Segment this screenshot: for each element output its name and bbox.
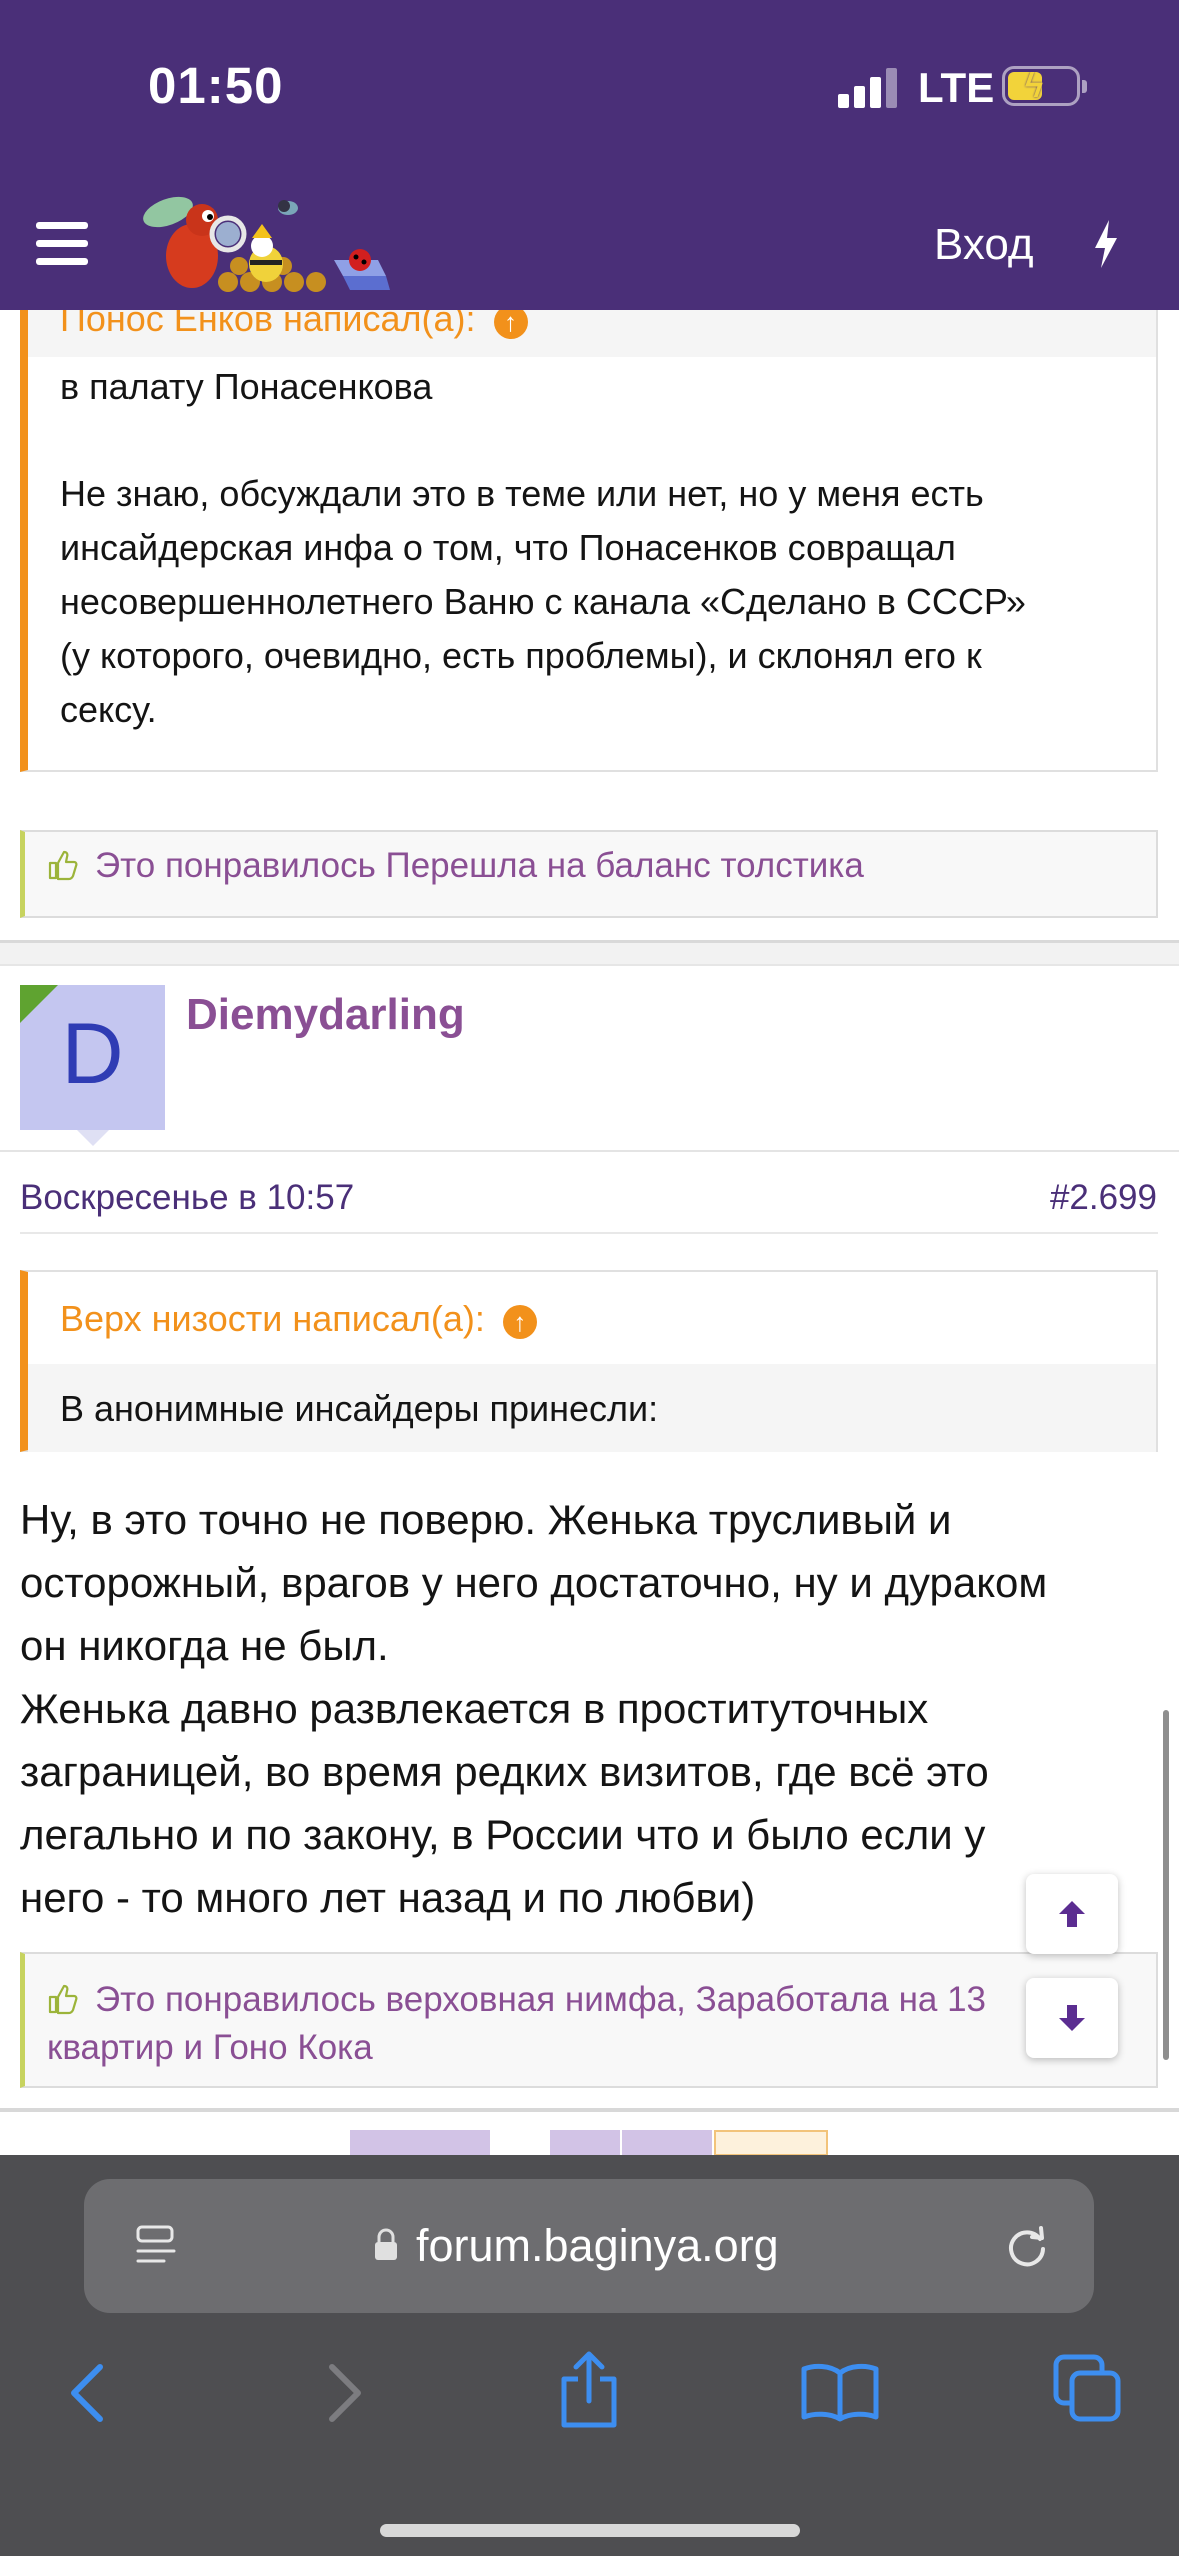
thumbs-up-icon [48, 1984, 78, 2015]
url-text[interactable]: forum.baginya.org [416, 2179, 779, 2313]
quote-author-text: Верх низости написал(а): [60, 1298, 485, 1339]
quote-text: В анонимные инсайдеры принесли: [60, 1388, 659, 1429]
page-tile[interactable] [622, 2130, 712, 2156]
app-header: 01:50 LTE ϟ Вход [0, 0, 1179, 310]
reload-icon[interactable] [1002, 2221, 1052, 2271]
page-tile-current[interactable] [714, 2130, 828, 2156]
message-line: осторожный, врагов у него достаточно, ну… [20, 1559, 1048, 1606]
quote-header: Верх низости написал(а): ↑ [28, 1272, 1156, 1364]
username[interactable]: Diemydarling [186, 990, 465, 1040]
share-icon[interactable] [556, 2349, 622, 2431]
avatar[interactable]: D [20, 985, 165, 1130]
quote-text-line: Не знаю, обсуждали это в теме или нет, н… [60, 473, 984, 514]
likes-text[interactable]: Это понравилось Перешла на баланс толсти… [95, 846, 864, 885]
address-bar[interactable]: forum.baginya.org [84, 2179, 1094, 2313]
status-time: 01:50 [148, 57, 284, 114]
likes-text-continued[interactable]: квартир и Гоно Кока [47, 2024, 1136, 2072]
arrow-up-circle-icon[interactable]: ↑ [502, 1305, 537, 1339]
post-divider [0, 940, 1179, 966]
message-line: Женька давно развлекается в проституточн… [20, 1685, 929, 1732]
likes-summary: Это понравилось Перешла на баланс толсти… [20, 830, 1158, 918]
home-indicator[interactable] [380, 2524, 800, 2537]
message-line: легально и по закону, в России что и был… [20, 1811, 986, 1858]
arrow-down-icon [1059, 2005, 1085, 2031]
arrow-up-icon [1059, 1901, 1085, 1927]
avatar-letter: D [61, 1006, 124, 1102]
quote-text-line: сексу. [60, 689, 157, 730]
message-line: заграницей, во время редких визитов, где… [20, 1748, 989, 1795]
scroll-up-button[interactable] [1026, 1874, 1118, 1954]
lock-icon [375, 2228, 397, 2260]
battery-icon: ϟ [1002, 66, 1087, 106]
post-number[interactable]: #2.699 [1050, 1178, 1157, 1218]
hamburger-icon[interactable] [36, 222, 88, 266]
browser-toolbar: forum.baginya.org [0, 2155, 1179, 2556]
scroll-down-button[interactable] [1026, 1978, 1118, 2058]
message-line: него - то много лет назад и по любви) [20, 1874, 756, 1921]
post-divider [0, 2108, 1179, 2112]
divider [20, 1232, 1158, 1234]
quote-text-line: (у которого, очевидно, есть проблемы), и… [60, 635, 982, 676]
quote-block: Верх низости написал(а): ↑ В анонимные и… [20, 1270, 1158, 1452]
login-link[interactable]: Вход [934, 220, 1034, 270]
forward-icon[interactable] [322, 2361, 366, 2425]
forum-logo-icon[interactable] [128, 190, 428, 305]
quote-text-line: в палату Понасенкова [60, 366, 433, 407]
message-line: Ну, в это точно не поверю. Женька трусли… [20, 1496, 952, 1543]
post-date[interactable]: Воскресенье в 10:57 [20, 1178, 354, 1218]
reader-icon[interactable] [134, 2223, 180, 2269]
lightning-icon[interactable] [1090, 218, 1122, 270]
signal-icon [838, 68, 898, 108]
quote-block: Понос Енков написал(а): ↑ в палату Понас… [20, 290, 1158, 772]
page-tile[interactable] [350, 2130, 490, 2156]
likes-summary: Это понравилось верховная нимфа, Заработ… [20, 1952, 1158, 2088]
tabs-icon[interactable] [1052, 2353, 1124, 2425]
page-tile[interactable] [550, 2130, 620, 2156]
back-icon[interactable] [66, 2361, 110, 2425]
arrow-up-circle-icon[interactable]: ↑ [493, 305, 528, 339]
quote-text-line: инсайдерская инфа о том, что Понасенков … [60, 527, 956, 568]
quote-body: В анонимные инсайдеры принесли: [28, 1364, 1156, 1452]
bookmarks-icon[interactable] [800, 2361, 880, 2423]
avatar-pointer [77, 1130, 109, 1146]
message-line: он никогда не был. [20, 1622, 389, 1669]
post-message: Ну, в это точно не поверю. Женька трусли… [20, 1488, 1160, 1929]
likes-text[interactable]: Это понравилось верховная нимфа, Заработ… [95, 1980, 986, 2019]
divider [0, 1150, 1179, 1152]
quote-text-line: несовершеннолетнего Ваню с канала «Сдела… [60, 581, 1026, 622]
thumbs-up-icon [48, 850, 78, 881]
network-type: LTE [918, 64, 995, 111]
scrollbar[interactable] [1163, 1710, 1169, 2060]
quote-author-link[interactable]: Верх низости написал(а): ↑ [60, 1298, 537, 1340]
